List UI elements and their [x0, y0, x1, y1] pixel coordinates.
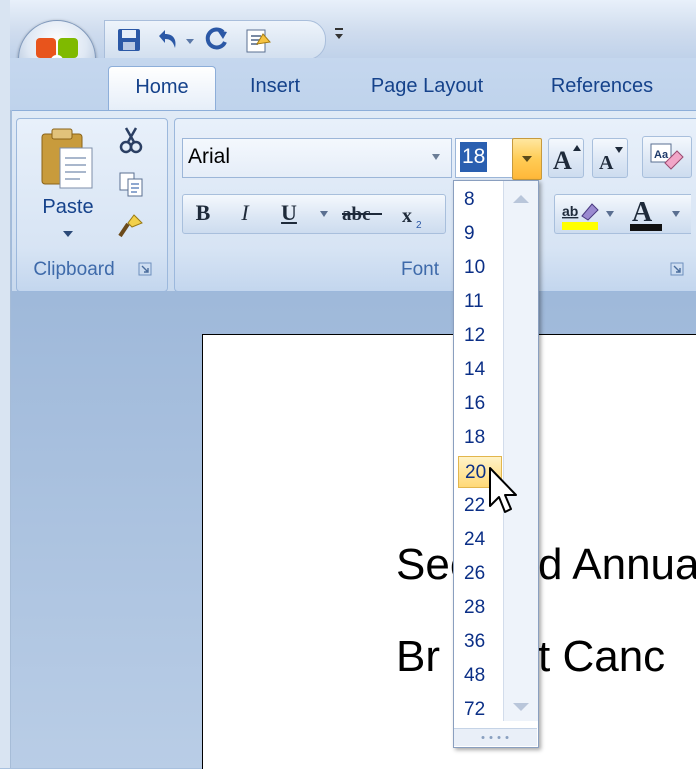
- tab-home[interactable]: Home: [108, 66, 216, 113]
- strikethrough-icon[interactable]: abc: [340, 200, 388, 228]
- grow-font-button[interactable]: A: [548, 138, 584, 178]
- clear-formatting-button[interactable]: Aa: [642, 136, 692, 178]
- italic-icon[interactable]: I: [228, 194, 262, 232]
- underline-icon[interactable]: U: [272, 194, 306, 232]
- svg-text:A: A: [632, 197, 653, 228]
- dropdown-resize-grip[interactable]: [454, 728, 537, 746]
- font-color-dropdown-icon[interactable]: [670, 210, 682, 218]
- subscript-icon[interactable]: x 2: [400, 200, 434, 230]
- scroll-up-icon[interactable]: [511, 193, 531, 205]
- document-text-line-1b: d Annua: [538, 540, 696, 589]
- tab-references[interactable]: References: [534, 66, 670, 106]
- clear-formatting-icon: Aa: [650, 143, 684, 170]
- clipboard-launcher-icon[interactable]: [138, 262, 152, 276]
- undo-icon[interactable]: [153, 26, 181, 54]
- paste-button-label[interactable]: Paste: [30, 196, 106, 224]
- svg-text:A: A: [553, 146, 572, 173]
- font-size-option[interactable]: 24: [458, 524, 502, 556]
- text-highlight-icon[interactable]: ab: [560, 198, 600, 232]
- svg-text:A: A: [599, 152, 614, 173]
- font-size-option[interactable]: 16: [458, 388, 502, 420]
- svg-text:2: 2: [416, 220, 422, 230]
- scroll-down-icon[interactable]: [511, 701, 531, 713]
- font-size-option[interactable]: 26: [458, 558, 502, 590]
- quick-access-toolbar: [104, 20, 326, 60]
- paste-icon[interactable]: [38, 126, 96, 192]
- grow-font-icon: A: [553, 145, 581, 173]
- svg-text:Aa: Aa: [654, 149, 669, 161]
- undo-dropdown-icon[interactable]: [183, 26, 197, 54]
- document-text-line-2b: t Canc: [538, 632, 666, 681]
- format-painter-icon[interactable]: [116, 212, 146, 240]
- font-size-option[interactable]: 72: [458, 694, 502, 726]
- tab-insert[interactable]: Insert: [232, 66, 318, 106]
- font-size-option[interactable]: 48: [458, 660, 502, 692]
- font-size-option[interactable]: 11: [458, 286, 502, 318]
- shrink-font-icon: A: [599, 147, 623, 173]
- redo-icon[interactable]: [203, 26, 231, 54]
- spelling-icon[interactable]: [243, 26, 275, 54]
- font-size-option[interactable]: 10: [458, 252, 502, 284]
- font-size-option[interactable]: 36: [458, 626, 502, 658]
- highlight-dropdown-icon[interactable]: [604, 210, 616, 218]
- svg-text:x: x: [402, 205, 412, 227]
- font-size-option[interactable]: 12: [458, 320, 502, 352]
- font-size-option[interactable]: 18: [458, 422, 502, 454]
- window-frame: [0, 0, 11, 768]
- font-name-value: Arial: [188, 145, 231, 168]
- font-size-option[interactable]: 9: [458, 218, 502, 250]
- mouse-pointer-icon: [489, 467, 517, 513]
- grip-dots-icon: [481, 736, 509, 739]
- clipboard-group-label: Clipboard: [33, 259, 115, 280]
- font-launcher-icon[interactable]: [670, 262, 684, 276]
- underline-dropdown-icon[interactable]: [318, 210, 330, 218]
- paste-dropdown-icon[interactable]: [62, 230, 74, 238]
- font-size-value: 18: [460, 142, 488, 172]
- tab-page-layout[interactable]: Page Layout: [352, 66, 502, 106]
- font-size-option[interactable]: 14: [458, 354, 502, 386]
- font-size-dropdown-button[interactable]: [512, 138, 542, 180]
- font-color-icon[interactable]: A: [626, 196, 666, 232]
- cut-icon[interactable]: [116, 126, 146, 154]
- font-size-option[interactable]: 28: [458, 592, 502, 624]
- save-icon[interactable]: [115, 26, 143, 54]
- bold-icon[interactable]: B: [186, 194, 220, 232]
- document-text-line-2a: Br: [396, 632, 440, 681]
- font-name-dropdown-icon[interactable]: [430, 152, 442, 162]
- shrink-font-button[interactable]: A: [592, 138, 628, 178]
- customize-qat-icon[interactable]: [332, 24, 346, 44]
- copy-icon[interactable]: [116, 170, 146, 198]
- font-size-option[interactable]: 8: [458, 184, 502, 216]
- chevron-down-icon: [522, 156, 532, 162]
- svg-text:ab: ab: [562, 203, 578, 219]
- dropdown-scrollbar[interactable]: [503, 181, 538, 721]
